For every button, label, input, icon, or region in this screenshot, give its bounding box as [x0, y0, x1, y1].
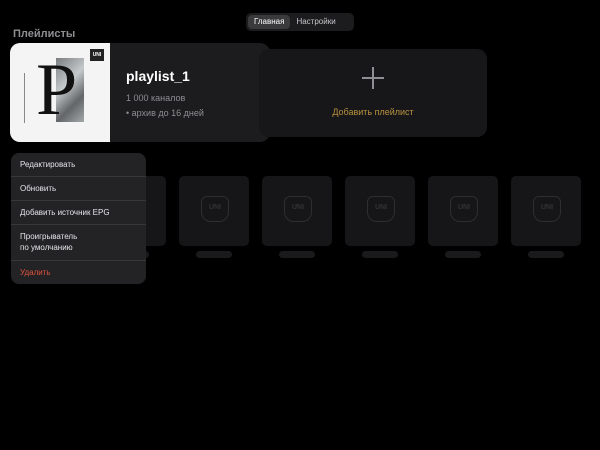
- menu-item-default-player[interactable]: Проигрыватель по умолчанию: [11, 225, 146, 261]
- playlist-card[interactable]: P UNI playlist_1 1 000 каналов • архив д…: [10, 43, 270, 142]
- channel-caption-placeholder: [445, 251, 481, 258]
- add-playlist-button[interactable]: Добавить плейлист: [259, 49, 487, 137]
- cover-letter-p: P: [36, 49, 78, 131]
- playlist-name: playlist_1: [126, 68, 190, 84]
- channel-caption-placeholder: [362, 251, 398, 258]
- channel-tile[interactable]: UNI: [262, 176, 332, 246]
- channel-tile[interactable]: UNI: [345, 176, 415, 246]
- playlist-archive-info: • архив до 16 дней: [126, 108, 204, 118]
- channel-logo-icon: UNI: [367, 196, 395, 222]
- cover-line: [24, 73, 25, 123]
- menu-item-add-epg[interactable]: Добавить источник EPG: [11, 201, 146, 225]
- tab-home[interactable]: Главная: [248, 15, 291, 29]
- tab-settings[interactable]: Настройки: [290, 15, 341, 29]
- channel-tile[interactable]: UNI: [511, 176, 581, 246]
- channel-logo-icon: UNI: [533, 196, 561, 222]
- playlist-cover-image: P UNI: [10, 43, 110, 142]
- menu-item-refresh[interactable]: Обновить: [11, 177, 146, 201]
- channel-caption-placeholder: [528, 251, 564, 258]
- menu-item-edit[interactable]: Редактировать: [11, 153, 146, 177]
- channel-logo-icon: UNI: [284, 196, 312, 222]
- channel-tile[interactable]: UNI: [179, 176, 249, 246]
- section-title: Плейлисты: [13, 28, 76, 40]
- cover-uni-logo: UNI: [90, 49, 104, 61]
- menu-item-default-player-line2: по умолчанию: [20, 243, 73, 252]
- add-playlist-label: Добавить плейлист: [332, 107, 414, 117]
- plus-icon: [362, 67, 384, 89]
- channel-tile[interactable]: UNI: [428, 176, 498, 246]
- menu-item-default-player-line1: Проигрыватель: [20, 232, 78, 241]
- segmented-tabs: Главная Настройки: [246, 13, 354, 31]
- playlist-channel-count: 1 000 каналов: [126, 93, 186, 103]
- context-menu: Редактировать Обновить Добавить источник…: [11, 153, 146, 284]
- menu-item-delete[interactable]: Удалить: [11, 261, 146, 284]
- channel-logo-icon: UNI: [201, 196, 229, 222]
- channel-caption-placeholder: [196, 251, 232, 258]
- channel-caption-placeholder: [279, 251, 315, 258]
- channel-logo-icon: UNI: [450, 196, 478, 222]
